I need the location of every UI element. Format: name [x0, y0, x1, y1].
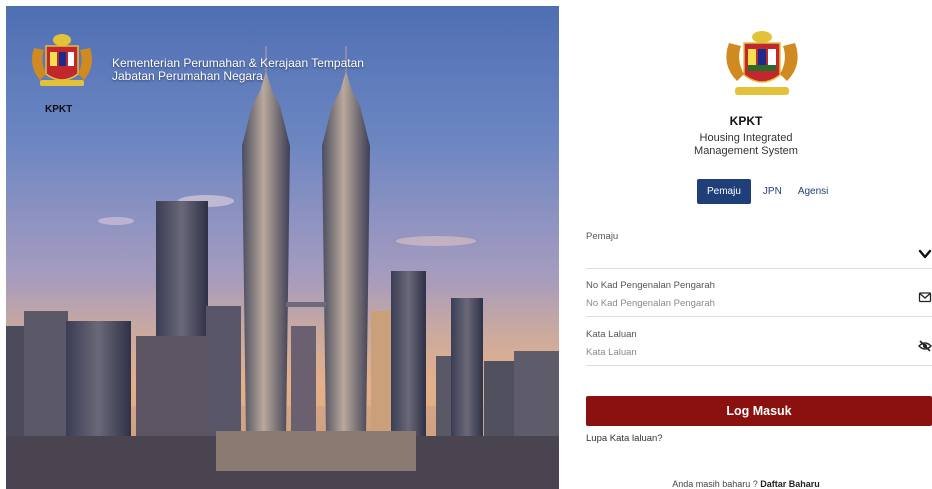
envelope-icon: [918, 292, 932, 303]
tab-pemaju[interactable]: Pemaju: [697, 179, 751, 204]
password-field: Kata Laluan: [586, 329, 932, 366]
tab-jpn[interactable]: JPN: [759, 179, 786, 204]
register-link[interactable]: Daftar Baharu: [760, 479, 820, 489]
tab-agensi[interactable]: Agensi: [794, 179, 833, 204]
coat-of-arms-logo: [726, 31, 798, 95]
ic-number-field: No Kad Pengenalan Pengarah: [586, 280, 932, 317]
register-prompt-text: Anda masih baharu ?: [672, 479, 758, 489]
register-prompt-row: Anda masih baharu ? Daftar Baharu: [560, 479, 932, 489]
ic-number-input[interactable]: [586, 298, 896, 309]
hero-image-panel: KPKT Kementerian Perumahan & Kerajaan Te…: [6, 6, 559, 489]
ministry-heading: Kementerian Perumahan & Kerajaan Tempata…: [112, 57, 364, 83]
hero-logo-caption: KPKT: [45, 104, 73, 115]
department-name: Jabatan Perumahan Negara: [112, 69, 263, 83]
user-type-tabs: Pemaju JPN Agensi: [697, 179, 832, 204]
brand-code: KPKT: [729, 114, 763, 128]
system-title: Housing Integrated Management System: [560, 132, 932, 158]
login-button[interactable]: Log Masuk: [586, 396, 932, 426]
login-panel: KPKT Housing Integrated Management Syste…: [560, 0, 932, 489]
password-label: Kata Laluan: [586, 329, 637, 340]
role-select[interactable]: Pemaju: [586, 231, 932, 269]
forgot-password-link[interactable]: Lupa Kata laluan?: [586, 433, 663, 444]
password-input[interactable]: [586, 347, 896, 358]
ic-number-label: No Kad Pengenalan Pengarah: [586, 280, 715, 291]
role-select-label: Pemaju: [586, 231, 619, 242]
kpkt-crest-logo: [32, 34, 92, 86]
system-title-line2: Management System: [694, 145, 798, 157]
system-title-line1: Housing Integrated: [699, 132, 793, 144]
eye-slash-icon[interactable]: [918, 339, 932, 353]
chevron-down-icon[interactable]: [918, 247, 932, 261]
